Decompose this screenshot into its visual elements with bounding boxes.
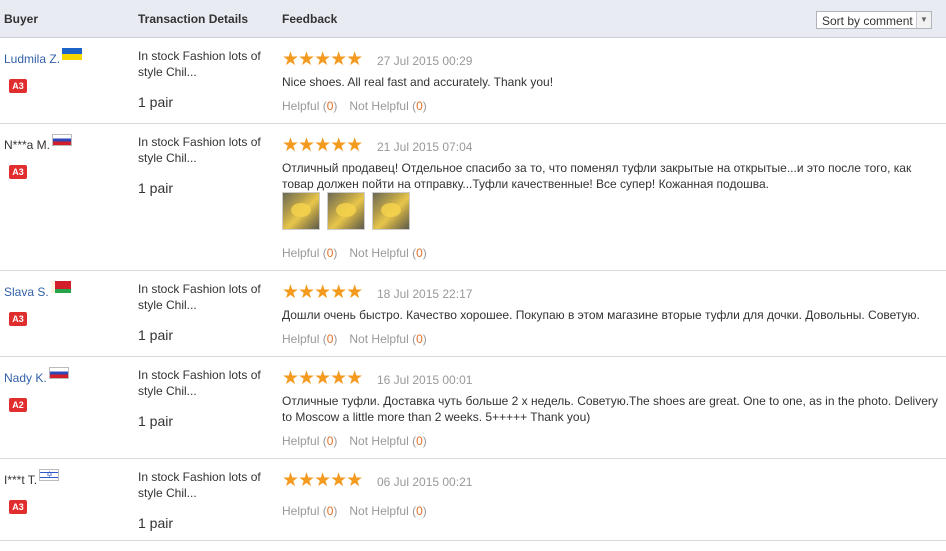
helpful-button[interactable]: Helpful (0): [282, 99, 337, 113]
feedback-date: 16 Jul 2015 00:01: [377, 373, 473, 387]
helpful-button[interactable]: Helpful (0): [282, 332, 337, 346]
helpful-votes: Helpful (0) Not Helpful (0): [282, 332, 427, 346]
feedback-row: N***a M. A3 In stock Fashion lots of sty…: [0, 124, 946, 271]
transaction-quantity: 1 pair: [138, 94, 174, 110]
feedback-photos: [282, 192, 417, 233]
not-helpful-button[interactable]: Not Helpful (0): [349, 434, 426, 448]
sort-select[interactable]: Sort by comment ▼: [816, 11, 932, 29]
russia-flag-icon: [48, 367, 69, 379]
helpful-label[interactable]: Helpful: [282, 332, 319, 346]
star-rating: ★★★★★: [282, 135, 363, 156]
feedback-date: 27 Jul 2015 00:29: [377, 54, 473, 68]
transaction-details[interactable]: In stock Fashion lots of style Chil...: [138, 48, 268, 80]
helpful-button[interactable]: Helpful (0): [282, 434, 337, 448]
buyer-name-link[interactable]: N***a M.: [4, 134, 73, 152]
buyer-name-link[interactable]: Slava S.: [4, 281, 71, 299]
not-helpful-count: 0: [416, 332, 423, 346]
not-helpful-label[interactable]: Not Helpful: [349, 246, 408, 260]
transaction-details[interactable]: In stock Fashion lots of style Chil...: [138, 469, 268, 501]
buyer-name[interactable]: I***t T.: [4, 473, 37, 487]
sort-select-value: Sort by comment: [822, 14, 913, 28]
transaction-details[interactable]: In stock Fashion lots of style Chil...: [138, 134, 268, 166]
photo-thumbnail[interactable]: [282, 192, 320, 230]
buyer-name[interactable]: N***a M.: [4, 138, 50, 152]
helpful-label[interactable]: Helpful: [282, 99, 319, 113]
not-helpful-button[interactable]: Not Helpful (0): [349, 246, 426, 260]
helpful-count: 0: [326, 434, 334, 448]
star-rating: ★★★★★: [282, 49, 363, 70]
buyer-column-header: Buyer: [4, 12, 39, 26]
transaction-column-header: Transaction Details: [138, 12, 249, 26]
helpful-votes: Helpful (0) Not Helpful (0): [282, 504, 427, 518]
feedback-text: Дошли очень быстро. Качество хорошее. По…: [282, 308, 920, 322]
ukraine-flag-icon: [62, 48, 83, 60]
buyer-name-link[interactable]: Ludmila Z.: [4, 48, 83, 66]
helpful-label[interactable]: Helpful: [282, 246, 319, 260]
chevron-down-icon[interactable]: ▼: [916, 12, 931, 28]
feedback-text: Отличные туфли. Доставка чуть больше 2 х…: [282, 394, 938, 424]
not-helpful-count: 0: [416, 99, 423, 113]
not-helpful-button[interactable]: Not Helpful (0): [349, 99, 426, 113]
feedback-date: 21 Jul 2015 07:04: [377, 140, 473, 154]
helpful-votes: Helpful (0) Not Helpful (0): [282, 99, 427, 113]
buyer-level-badge: A2: [9, 398, 27, 412]
helpful-count: 0: [326, 332, 334, 346]
buyer-level-badge: A3: [9, 79, 27, 93]
helpful-button[interactable]: Helpful (0): [282, 504, 337, 518]
feedback-table-header: Buyer Transaction Details Feedback Sort …: [0, 0, 946, 38]
transaction-quantity: 1 pair: [138, 327, 174, 343]
star-rating: ★★★★★: [282, 368, 363, 389]
not-helpful-count: 0: [416, 246, 423, 260]
russia-flag-icon: [52, 134, 73, 146]
star-rating: ★★★★★: [282, 470, 363, 491]
not-helpful-label[interactable]: Not Helpful: [349, 99, 408, 113]
feedback-text: Отличный продавец! Отдельное спасибо за …: [282, 161, 912, 191]
transaction-details[interactable]: In stock Fashion lots of style Chil...: [138, 281, 268, 313]
feedback-row: Nady K. A2 In stock Fashion lots of styl…: [0, 357, 946, 459]
photo-thumbnail[interactable]: [327, 192, 365, 230]
buyer-name-link[interactable]: Nady K.: [4, 367, 69, 385]
not-helpful-button[interactable]: Not Helpful (0): [349, 332, 426, 346]
feedback-date: 18 Jul 2015 22:17: [377, 287, 473, 301]
belarus-flag-icon: [50, 281, 71, 293]
helpful-button[interactable]: Helpful (0): [282, 246, 337, 260]
helpful-count: 0: [326, 246, 334, 260]
helpful-label[interactable]: Helpful: [282, 434, 319, 448]
feedback-row: Slava S. A3 In stock Fashion lots of sty…: [0, 271, 946, 357]
transaction-quantity: 1 pair: [138, 515, 174, 531]
not-helpful-count: 0: [416, 504, 423, 518]
not-helpful-count: 0: [416, 434, 423, 448]
buyer-level-badge: A3: [9, 312, 27, 326]
transaction-details[interactable]: In stock Fashion lots of style Chil...: [138, 367, 268, 399]
buyer-name[interactable]: Ludmila Z.: [4, 52, 60, 66]
photo-thumbnail[interactable]: [372, 192, 410, 230]
buyer-level-badge: A3: [9, 500, 27, 514]
helpful-votes: Helpful (0) Not Helpful (0): [282, 434, 427, 448]
helpful-count: 0: [326, 504, 334, 518]
feedback-column-header: Feedback: [282, 12, 338, 26]
helpful-votes: Helpful (0) Not Helpful (0): [282, 246, 427, 260]
buyer-name[interactable]: Slava S.: [4, 285, 49, 299]
transaction-quantity: 1 pair: [138, 180, 174, 196]
feedback-date: 06 Jul 2015 00:21: [377, 475, 473, 489]
buyer-name-link[interactable]: I***t T.: [4, 469, 60, 487]
buyer-name[interactable]: Nady K.: [4, 371, 47, 385]
helpful-count: 0: [326, 99, 334, 113]
feedback-text: Nice shoes. All real fast and accurately…: [282, 75, 554, 89]
feedback-row: I***t T. A3 In stock Fashion lots of sty…: [0, 459, 946, 541]
transaction-quantity: 1 pair: [138, 413, 174, 429]
not-helpful-button[interactable]: Not Helpful (0): [349, 504, 426, 518]
star-rating: ★★★★★: [282, 282, 363, 303]
buyer-level-badge: A3: [9, 165, 27, 179]
israel-flag-icon: [39, 469, 60, 481]
not-helpful-label[interactable]: Not Helpful: [349, 434, 408, 448]
helpful-label[interactable]: Helpful: [282, 504, 319, 518]
not-helpful-label[interactable]: Not Helpful: [349, 332, 408, 346]
feedback-row: Ludmila Z. A3 In stock Fashion lots of s…: [0, 38, 946, 124]
not-helpful-label[interactable]: Not Helpful: [349, 504, 408, 518]
